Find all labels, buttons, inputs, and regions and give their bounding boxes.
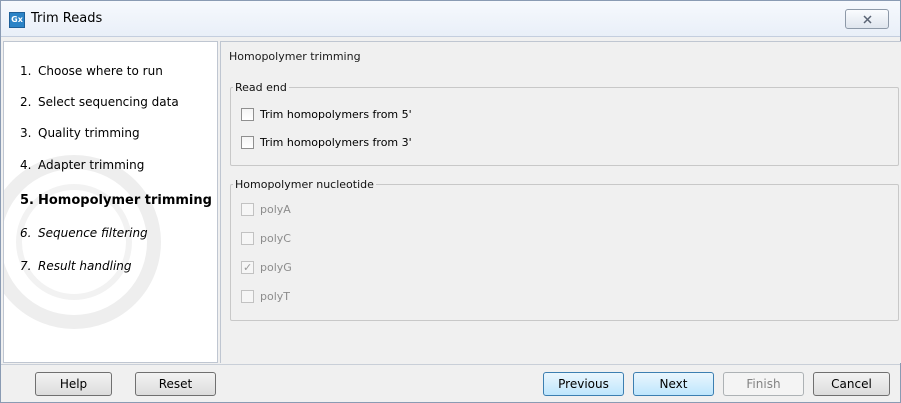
step-sequence-filtering: 6. Sequence filtering xyxy=(20,226,148,240)
panel-title: Homopolymer trimming xyxy=(229,50,361,63)
finish-button: Finish xyxy=(723,372,804,396)
trim-reads-dialog: Gx Trim Reads 1. Choose where to run 2. Se… xyxy=(0,0,901,403)
checkmark-icon: ✓ xyxy=(243,261,253,274)
step-result-handling: 7. Result handling xyxy=(20,259,132,273)
step-homopolymer-trimming: 5. Homopolymer trimming xyxy=(20,193,212,208)
close-button[interactable] xyxy=(845,9,889,29)
trim-3-prime-checkbox[interactable] xyxy=(241,136,254,149)
homopolymer-nucleotide-group: Homopolymer nucleotide polyA polyC ✓ pol… xyxy=(230,178,899,321)
homopolymer-nucleotide-legend: Homopolymer nucleotide xyxy=(235,178,374,191)
button-bar: Help Reset Previous Next Finish Cancel xyxy=(1,364,900,402)
trim-3-prime-option[interactable]: Trim homopolymers from 3' xyxy=(241,136,412,149)
polya-option[interactable]: polyA xyxy=(241,203,291,216)
read-end-legend: Read end xyxy=(235,81,287,94)
next-button[interactable]: Next xyxy=(633,372,714,396)
previous-button[interactable]: Previous xyxy=(543,372,624,396)
reset-button[interactable]: Reset xyxy=(135,372,216,396)
settings-panel: Homopolymer trimming Read end Trim homop… xyxy=(220,41,901,363)
polyg-option[interactable]: ✓ polyG xyxy=(241,261,292,274)
polyg-checkbox[interactable]: ✓ xyxy=(241,261,254,274)
cancel-button[interactable]: Cancel xyxy=(813,372,890,396)
help-button[interactable]: Help xyxy=(35,372,112,396)
read-end-group: Read end Trim homopolymers from 5' Trim … xyxy=(230,81,899,166)
step-adapter-trimming: 4. Adapter trimming xyxy=(20,158,145,172)
title-bar[interactable]: Gx Trim Reads xyxy=(1,1,900,37)
trim-5-prime-checkbox[interactable] xyxy=(241,108,254,121)
watermark-logo-icon xyxy=(4,155,161,329)
window-title: Trim Reads xyxy=(31,11,103,26)
app-logo-icon: Gx xyxy=(9,12,25,28)
close-icon xyxy=(863,15,872,24)
polyc-checkbox[interactable] xyxy=(241,232,254,245)
step-select-sequencing-data: 2. Select sequencing data xyxy=(20,95,179,109)
polyc-option[interactable]: polyC xyxy=(241,232,291,245)
polyt-checkbox[interactable] xyxy=(241,290,254,303)
polya-checkbox[interactable] xyxy=(241,203,254,216)
wizard-steps-panel: 1. Choose where to run 2. Select sequencin… xyxy=(3,41,218,363)
step-quality-trimming: 3. Quality trimming xyxy=(20,126,140,140)
trim-5-prime-option[interactable]: Trim homopolymers from 5' xyxy=(241,108,412,121)
step-choose-where-to-run: 1. Choose where to run xyxy=(20,64,163,78)
polyt-option[interactable]: polyT xyxy=(241,290,290,303)
